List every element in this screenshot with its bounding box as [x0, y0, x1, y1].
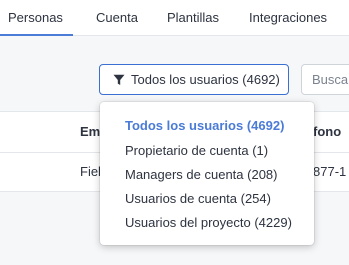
tab-integraciones[interactable]: Integraciones [249, 0, 327, 35]
table-cell-company: Fiel [80, 164, 101, 179]
column-header-phone: fono [313, 124, 342, 139]
search-input[interactable]: Buscar [301, 64, 349, 95]
filter-funnel-icon [113, 74, 125, 85]
menu-item-account-managers[interactable]: Managers de cuenta (208) [125, 167, 277, 182]
user-filter-dropdown: Todos los usuarios (4692) Propietario de… [100, 102, 314, 245]
menu-item-account-owner[interactable]: Propietario de cuenta (1) [125, 143, 268, 158]
user-filter-label: Todos los usuarios (4692) [131, 72, 280, 87]
menu-item-account-users[interactable]: Usuarios de cuenta (254) [125, 191, 271, 206]
menu-item-all-users[interactable]: Todos los usuarios (4692) [125, 118, 284, 133]
table-cell-phone: 877-1 [313, 164, 347, 179]
search-placeholder: Buscar [312, 72, 349, 87]
tab-cuenta[interactable]: Cuenta [96, 0, 138, 35]
tab-personas[interactable]: Personas [0, 0, 73, 36]
tab-plantillas[interactable]: Plantillas [167, 0, 219, 35]
menu-item-project-users[interactable]: Usuarios del proyecto (4229) [125, 215, 292, 230]
tab-bar: Personas Cuenta Plantillas Integraciones [0, 0, 349, 36]
user-filter-button[interactable]: Todos los usuarios (4692) [99, 64, 289, 95]
